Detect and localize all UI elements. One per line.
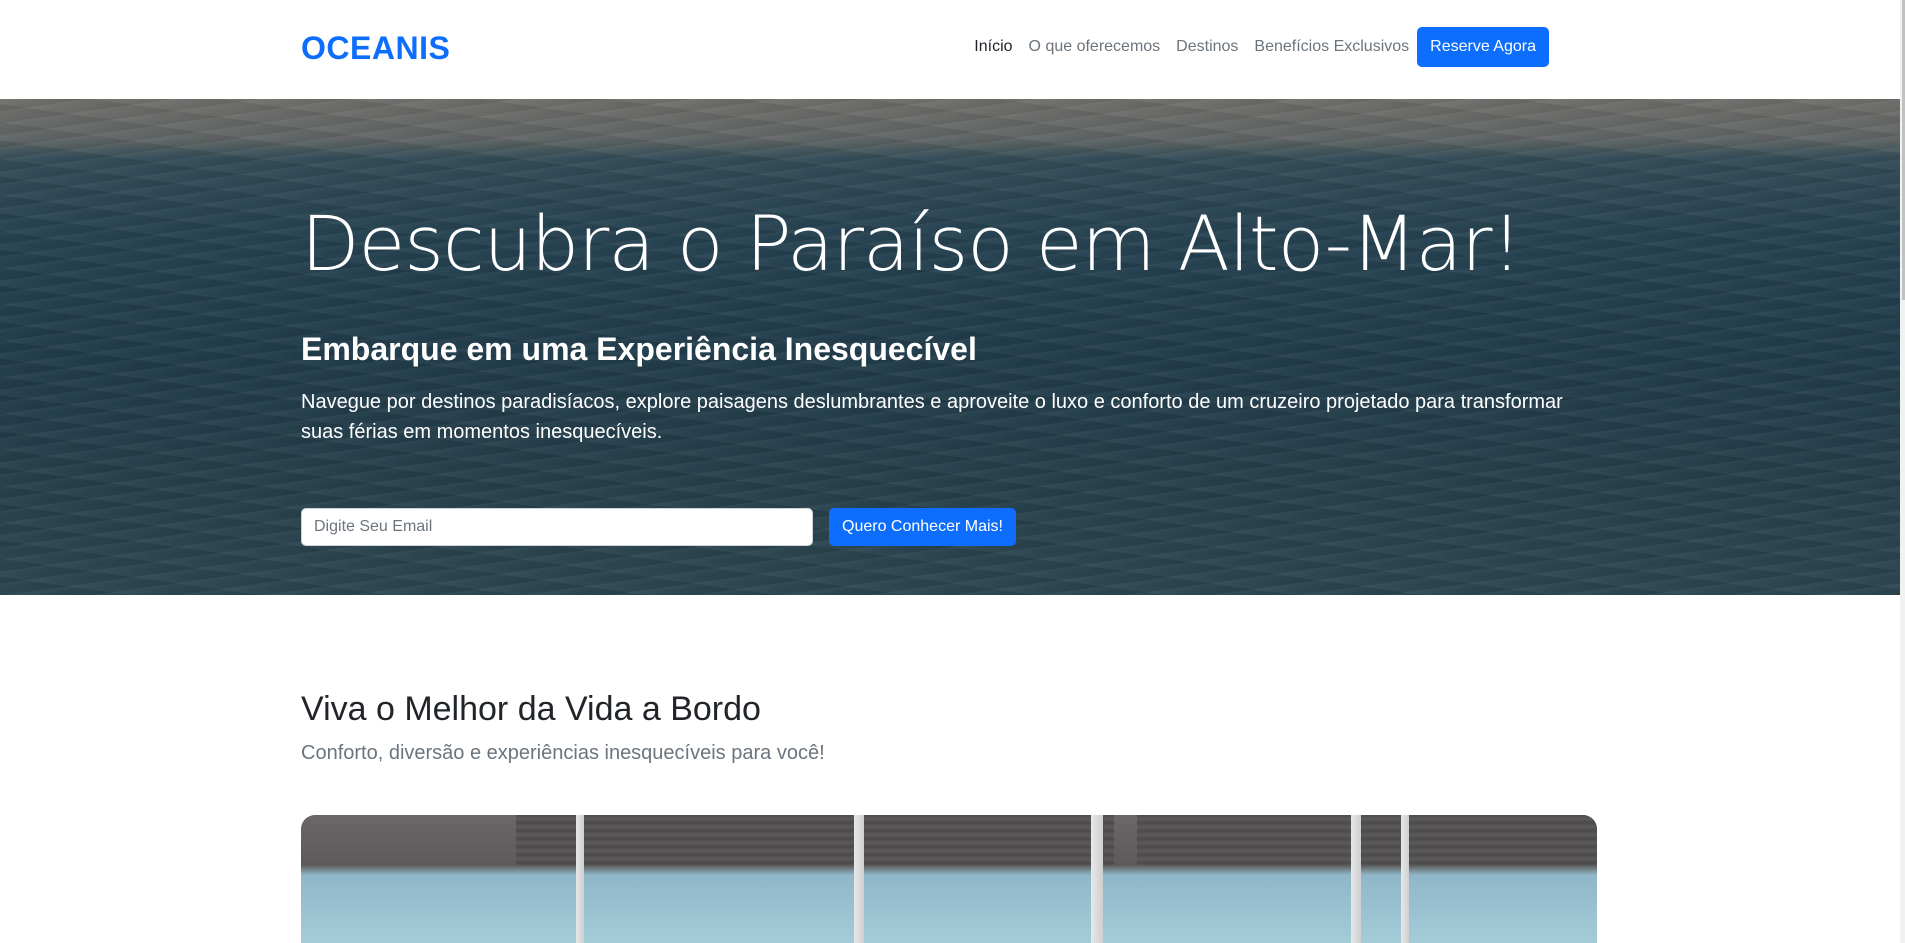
- window-blind: [516, 815, 576, 865]
- brand-logo[interactable]: OCEANIS: [301, 30, 450, 67]
- window-frame: [576, 815, 584, 943]
- section-subtitle: Conforto, diversão e experiências inesqu…: [301, 742, 825, 764]
- window-blind: [1411, 815, 1597, 865]
- window-frame: [1401, 815, 1409, 943]
- nav-link-beneficios[interactable]: Benefícios Exclusivos: [1254, 38, 1409, 56]
- window-frame: [1351, 815, 1361, 943]
- section-title: Viva o Melhor da Vida a Bordo: [301, 690, 761, 728]
- hero-title: Descubra o Paraíso em Alto-Mar!: [301, 199, 1522, 288]
- page-scrollbar[interactable]: [1900, 0, 1905, 943]
- window-blind: [1137, 815, 1427, 865]
- learn-more-button[interactable]: Quero Conhecer Mais!: [829, 508, 1016, 546]
- hero-subtitle: Embarque em uma Experiência Inesquecível: [301, 331, 977, 367]
- onboard-photo: [301, 815, 1597, 943]
- hero-description: Navegue por destinos paradisíacos, explo…: [301, 391, 1563, 443]
- hero-section: Descubra o Paraíso em Alto-Mar! Embarque…: [0, 99, 1900, 595]
- window-blind: [864, 815, 1114, 865]
- signup-form: Quero Conhecer Mais!: [301, 508, 1016, 546]
- window-blind: [584, 815, 854, 865]
- window-frame: [1091, 815, 1103, 943]
- reserve-button[interactable]: Reserve Agora: [1417, 27, 1549, 67]
- window-frame: [854, 815, 864, 943]
- navbar: OCEANIS Início O que oferecemos Destinos…: [0, 0, 1905, 99]
- email-input[interactable]: [301, 508, 813, 546]
- nav-link-o-que-oferecemos[interactable]: O que oferecemos: [1029, 38, 1161, 56]
- nav-link-destinos[interactable]: Destinos: [1176, 38, 1238, 56]
- main-nav: Início O que oferecemos Destinos Benefíc…: [974, 27, 1549, 67]
- nav-link-inicio[interactable]: Início: [974, 38, 1012, 56]
